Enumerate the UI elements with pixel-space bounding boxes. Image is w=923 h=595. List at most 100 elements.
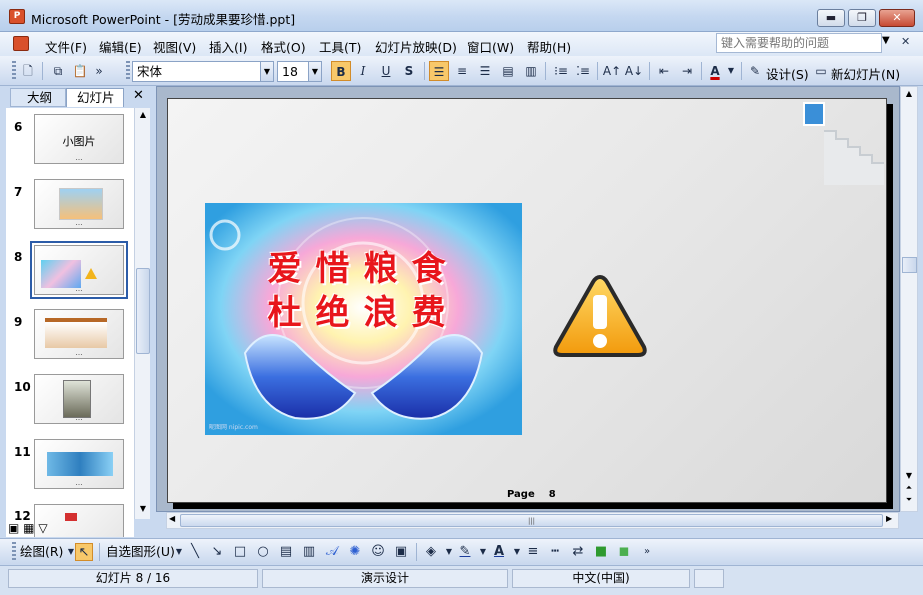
align-left-icon[interactable]: ☰ bbox=[429, 61, 449, 81]
menu-tools[interactable]: 工具(T) bbox=[319, 37, 361, 56]
new-document-icon[interactable]: 🗋 bbox=[18, 61, 38, 81]
slide-thumbnail[interactable]: … bbox=[34, 179, 124, 229]
toolbar-options-icon[interactable]: » bbox=[92, 61, 106, 81]
design-button[interactable]: 设计(S) bbox=[766, 64, 809, 83]
slide-sorter-icon[interactable]: ▦ bbox=[23, 521, 34, 535]
powerpoint-icon[interactable]: P bbox=[9, 9, 25, 24]
toolbar-grip[interactable] bbox=[12, 61, 16, 81]
draw-menu-button[interactable]: 绘图(R) bbox=[20, 543, 63, 561]
scroll-down-icon[interactable]: ▼ bbox=[135, 504, 151, 513]
line-style-icon[interactable]: ≡ bbox=[524, 543, 542, 561]
scroll-up-icon[interactable]: ▲ bbox=[135, 110, 151, 119]
font-color-icon[interactable]: A bbox=[705, 61, 725, 81]
chevron-down-icon[interactable]: ▼ bbox=[882, 35, 890, 46]
increase-font-icon[interactable]: A↑ bbox=[602, 61, 622, 81]
paste-icon[interactable]: 📋 bbox=[70, 61, 90, 81]
slide-thumbnail[interactable]: … bbox=[34, 439, 124, 489]
diagram-icon[interactable]: ✺ bbox=[346, 543, 364, 561]
vertical-textbox-icon[interactable]: ▥ bbox=[300, 543, 318, 561]
underline-button[interactable]: U bbox=[376, 61, 396, 81]
font-color-icon[interactable]: A bbox=[490, 543, 508, 561]
scroll-right-icon[interactable]: ▶ bbox=[886, 514, 892, 523]
normal-view-icon[interactable]: ▣ bbox=[8, 521, 19, 535]
select-pointer-icon[interactable]: ↖ bbox=[75, 543, 93, 561]
toolbar-grip[interactable] bbox=[126, 61, 130, 81]
chevron-down-icon[interactable]: ▼ bbox=[725, 61, 737, 81]
font-size-select[interactable]: 18 ▼ bbox=[277, 61, 322, 82]
warning-icon[interactable] bbox=[552, 273, 648, 359]
italic-button[interactable]: I bbox=[353, 61, 373, 81]
chevron-down-icon[interactable]: ▼ bbox=[260, 62, 273, 81]
slide-vertical-scrollbar[interactable]: ▲ ▼ ⏶ ⏷ bbox=[900, 86, 918, 512]
wordart-icon[interactable]: 𝒜 bbox=[323, 543, 341, 561]
scroll-thumb[interactable] bbox=[136, 268, 150, 354]
copy-icon[interactable]: ⧉ bbox=[48, 61, 68, 81]
chevron-down-icon[interactable]: ▼ bbox=[308, 62, 321, 81]
menu-view[interactable]: 视图(V) bbox=[153, 37, 196, 56]
scroll-left-icon[interactable]: ◀ bbox=[169, 514, 175, 523]
slide-canvas[interactable]: 爱惜粮食 杜绝浪费 昵图网 nipic.com Page 8 bbox=[167, 98, 887, 503]
line-icon[interactable]: ╲ bbox=[186, 543, 204, 561]
toolbar-options-icon[interactable]: » bbox=[638, 543, 656, 561]
new-slide-button[interactable]: 新幻灯片(N) bbox=[831, 64, 900, 83]
align-right-icon[interactable]: ☰ bbox=[475, 61, 495, 81]
oval-icon[interactable]: ○ bbox=[254, 543, 272, 561]
help-search-input[interactable]: 键入需要帮助的问题 bbox=[716, 33, 882, 53]
vertical-text-icon[interactable]: ▥ bbox=[521, 61, 541, 81]
bullets-icon[interactable]: ⁚≡ bbox=[573, 61, 593, 81]
distribute-icon[interactable]: ▤ bbox=[498, 61, 518, 81]
clipart-icon[interactable]: ☺ bbox=[369, 543, 387, 561]
minimize-button[interactable]: ▬ bbox=[817, 9, 845, 27]
menu-window[interactable]: 窗口(W) bbox=[467, 37, 514, 56]
tab-slides[interactable]: 幻灯片 bbox=[66, 88, 124, 107]
doc-close-icon[interactable]: ✕ bbox=[901, 35, 910, 48]
3d-style-icon[interactable]: ◼ bbox=[615, 543, 633, 561]
slide-thumbnail[interactable]: … bbox=[34, 245, 124, 295]
design-icon[interactable]: ✎ bbox=[745, 61, 765, 81]
menu-file[interactable]: 文件(F) bbox=[45, 37, 87, 56]
font-name-select[interactable]: 宋体 ▼ bbox=[132, 61, 274, 82]
slide-thumbnail[interactable]: … bbox=[34, 374, 124, 424]
close-button[interactable]: ✕ bbox=[879, 9, 915, 27]
close-icon[interactable]: ✕ bbox=[133, 88, 144, 103]
arrow-style-icon[interactable]: ⇄ bbox=[569, 543, 587, 561]
scroll-thumb[interactable]: ||| bbox=[180, 514, 883, 527]
new-slide-icon[interactable]: ▭ bbox=[811, 61, 831, 81]
thumbnail-scrollbar[interactable]: ▲ ▼ bbox=[134, 108, 150, 519]
toolbar-grip[interactable] bbox=[12, 542, 16, 562]
menu-format[interactable]: 格式(O) bbox=[261, 37, 306, 56]
scroll-up-icon[interactable]: ▲ bbox=[901, 89, 917, 98]
save-food-image[interactable]: 爱惜粮食 杜绝浪费 昵图网 nipic.com bbox=[205, 203, 522, 435]
restore-button[interactable]: ❐ bbox=[848, 9, 876, 27]
previous-slide-icon[interactable]: ⏶ bbox=[901, 483, 917, 493]
rectangle-icon[interactable]: □ bbox=[231, 543, 249, 561]
slide-horizontal-scrollbar[interactable]: ◀ ||| ▶ bbox=[166, 512, 899, 529]
shadow-button[interactable]: S bbox=[399, 61, 419, 81]
next-slide-icon[interactable]: ⏷ bbox=[901, 495, 917, 505]
align-center-icon[interactable]: ≡ bbox=[452, 61, 472, 81]
shadow-style-icon[interactable]: ■ bbox=[592, 543, 610, 561]
menu-help[interactable]: 帮助(H) bbox=[527, 37, 571, 56]
slide-thumbnail[interactable]: 小图片 … bbox=[34, 114, 124, 164]
fill-color-icon[interactable]: ◈ bbox=[422, 543, 440, 561]
scroll-down-icon[interactable]: ▼ bbox=[901, 471, 917, 480]
numbering-icon[interactable]: ⁝≡ bbox=[551, 61, 571, 81]
slide-thumbnail[interactable]: … bbox=[34, 309, 124, 359]
document-icon[interactable] bbox=[13, 36, 29, 51]
bold-button[interactable]: B bbox=[331, 61, 351, 81]
decrease-indent-icon[interactable]: ⇤ bbox=[654, 61, 674, 81]
dash-style-icon[interactable]: ┅ bbox=[546, 543, 564, 561]
increase-indent-icon[interactable]: ⇥ bbox=[677, 61, 697, 81]
menu-edit[interactable]: 编辑(E) bbox=[99, 37, 142, 56]
scroll-thumb[interactable] bbox=[902, 257, 917, 273]
menu-slideshow[interactable]: 幻灯片放映(D) bbox=[375, 37, 457, 56]
line-color-icon[interactable]: ✎ bbox=[456, 543, 474, 561]
slideshow-icon[interactable]: ▽ bbox=[38, 521, 47, 535]
textbox-icon[interactable]: ▤ bbox=[277, 543, 295, 561]
decrease-font-icon[interactable]: A↓ bbox=[624, 61, 644, 81]
autoshapes-button[interactable]: 自选图形(U) bbox=[106, 543, 175, 561]
arrow-icon[interactable]: ↘ bbox=[208, 543, 226, 561]
tab-outline[interactable]: 大纲 bbox=[10, 88, 66, 107]
picture-icon[interactable]: ▣ bbox=[392, 543, 410, 561]
menu-insert[interactable]: 插入(I) bbox=[209, 37, 247, 56]
